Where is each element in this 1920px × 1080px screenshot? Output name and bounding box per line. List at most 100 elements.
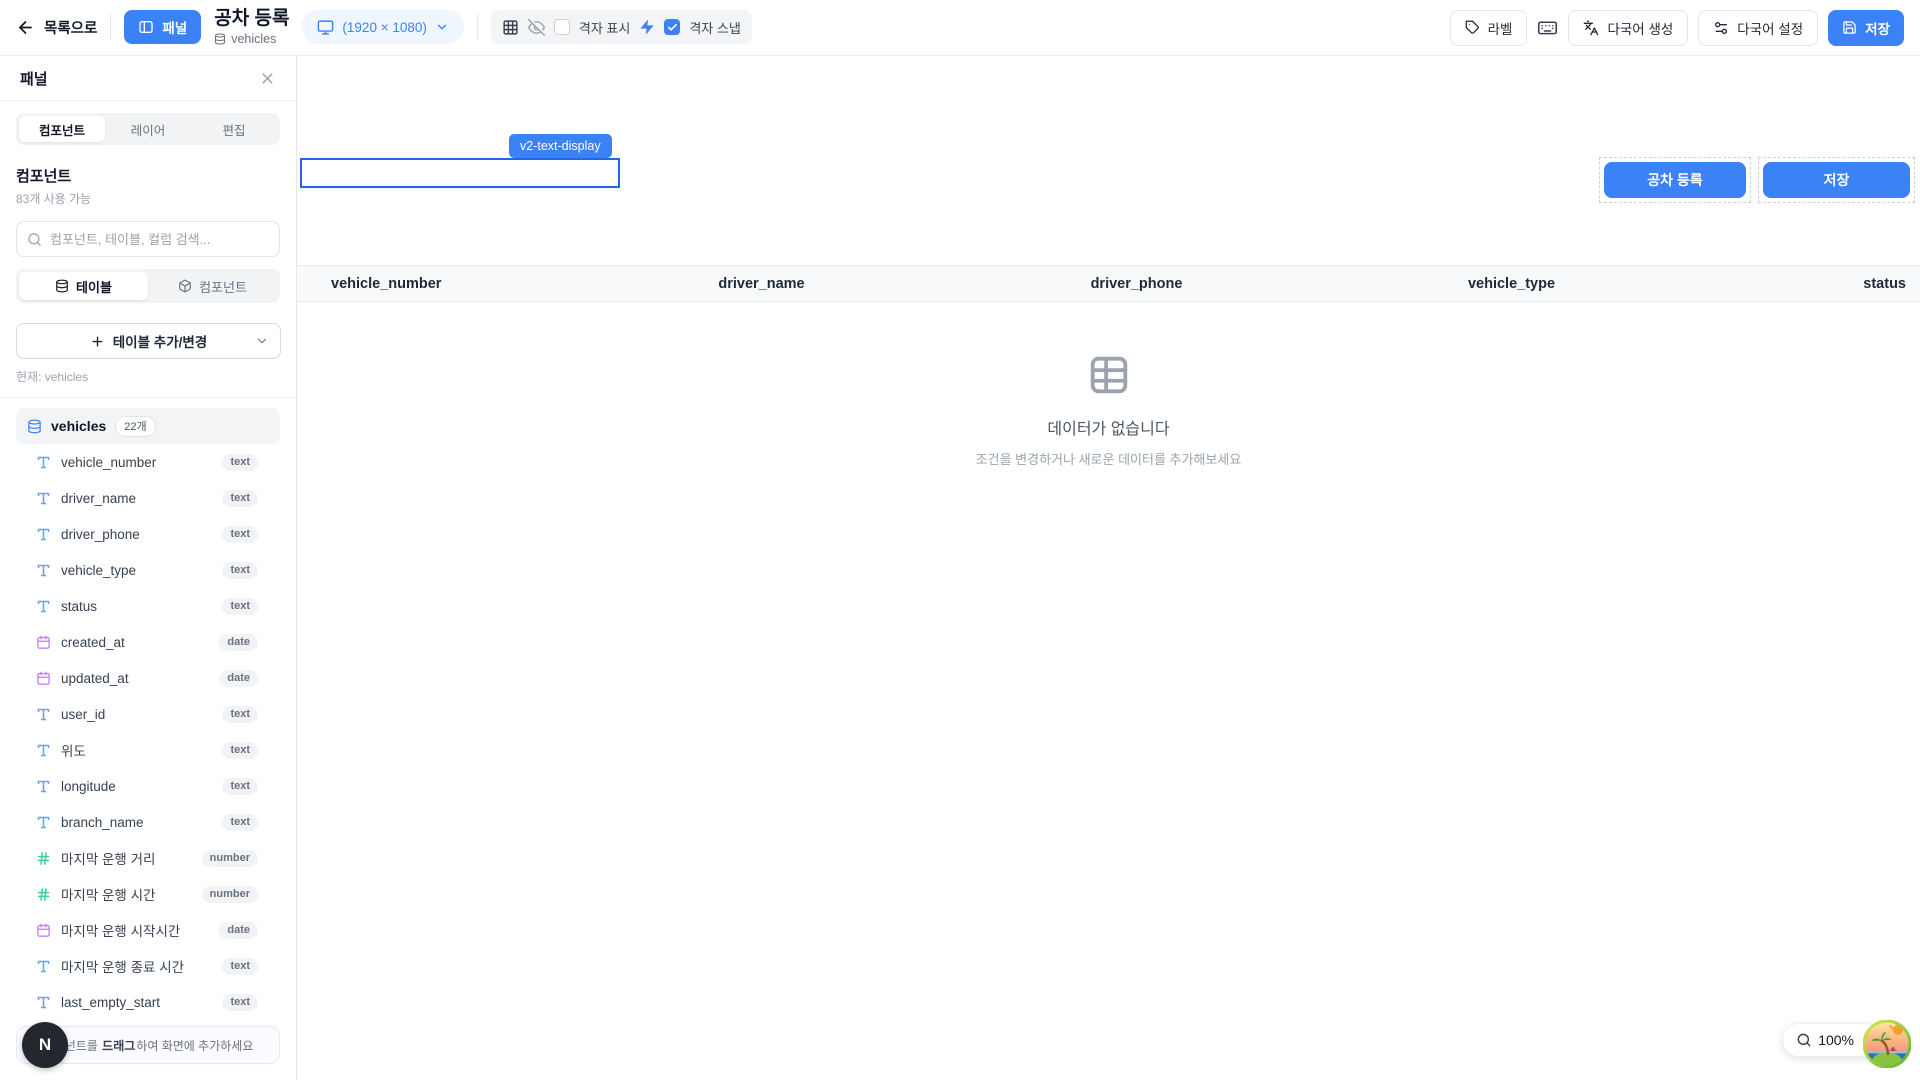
back-to-list-button[interactable]: 목록으로 xyxy=(16,17,97,38)
text-type-icon xyxy=(36,779,51,794)
i18n-generate-button[interactable]: 다국어 생성 xyxy=(1568,10,1688,46)
field-row[interactable]: 마지막 운행 시간 number xyxy=(0,876,296,912)
text-type-icon xyxy=(36,527,51,542)
grid-controls-group: 격자 표시 격자 스냅 xyxy=(491,10,752,44)
keyboard-icon xyxy=(1537,17,1558,38)
field-type-badge: text xyxy=(222,814,258,831)
grid-snap-label: 격자 스냅 xyxy=(689,18,740,37)
selected-component-badge: v2-text-display xyxy=(509,134,612,158)
magnifier-icon xyxy=(1796,1032,1812,1048)
database-icon xyxy=(214,33,226,45)
field-row[interactable]: driver_name text xyxy=(0,480,296,516)
field-type-badge: text xyxy=(222,742,258,759)
text-type-icon xyxy=(36,815,51,830)
eye-off-icon[interactable] xyxy=(528,19,545,36)
selection-outline: 저장 xyxy=(1758,157,1915,203)
save-icon xyxy=(1842,20,1857,35)
column-header: driver_phone xyxy=(949,276,1324,292)
field-type-badge: text xyxy=(222,706,258,723)
close-icon[interactable] xyxy=(259,70,276,87)
text-type-icon xyxy=(36,491,51,506)
field-row[interactable]: updated_at date xyxy=(0,660,296,696)
register-vehicle-button[interactable]: 공차 등록 xyxy=(1604,162,1746,198)
calendar-icon xyxy=(36,923,51,938)
field-name: last_empty_start xyxy=(61,995,160,1010)
field-type-badge: text xyxy=(222,526,258,543)
island-app-icon[interactable] xyxy=(1863,1020,1911,1068)
canvas-save-button[interactable]: 저장 xyxy=(1763,162,1910,198)
column-header: vehicle_number xyxy=(297,276,574,292)
field-name: 마지막 운행 종료 시간 xyxy=(61,956,184,976)
database-icon xyxy=(55,279,69,293)
current-table-label: 현재: vehicles xyxy=(16,368,280,385)
field-row[interactable]: last_empty_start text xyxy=(0,984,296,1020)
column-count-badge: 22개 xyxy=(115,416,155,437)
tab-layers[interactable]: 레이어 xyxy=(105,116,191,142)
field-type-badge: date xyxy=(219,634,258,651)
keyboard-shortcuts-button[interactable] xyxy=(1537,17,1558,38)
divider xyxy=(110,14,111,40)
table-icon xyxy=(1086,352,1132,398)
field-type-badge: text xyxy=(222,598,258,615)
field-row[interactable]: created_at date xyxy=(0,624,296,660)
field-name: status xyxy=(61,599,97,614)
field-row[interactable]: branch_name text xyxy=(0,804,296,840)
field-name: 마지막 운행 시작시간 xyxy=(61,920,180,940)
field-name: vehicle_type xyxy=(61,563,136,578)
settings-icon xyxy=(1713,20,1729,36)
components-section-title: 컴포넌트 xyxy=(16,165,280,186)
i18n-settings-button[interactable]: 다국어 설정 xyxy=(1698,10,1818,46)
source-toggle: 테이블 컴포넌트 xyxy=(16,269,280,303)
field-row[interactable]: vehicle_number text xyxy=(0,444,296,480)
field-row[interactable]: 마지막 운행 종료 시간 text xyxy=(0,948,296,984)
label-button[interactable]: 라벨 xyxy=(1450,10,1528,46)
selected-text-display[interactable] xyxy=(300,158,620,188)
grid-show-checkbox[interactable] xyxy=(554,19,570,35)
divider xyxy=(0,397,296,398)
editor-canvas[interactable]: v2-text-display 공차 등록 저장 vehicle_number … xyxy=(297,56,1920,1080)
tab-components[interactable]: 컴포넌트 xyxy=(19,116,105,142)
tab-edit[interactable]: 편집 xyxy=(191,116,277,142)
zoom-level: 100% xyxy=(1818,1032,1854,1048)
page-subtitle: vehicles xyxy=(231,32,276,46)
field-row[interactable]: driver_phone text xyxy=(0,516,296,552)
database-icon xyxy=(27,419,42,434)
field-name: vehicle_number xyxy=(61,455,156,470)
assistant-avatar[interactable]: N xyxy=(22,1022,68,1068)
field-type-badge: text xyxy=(222,562,258,579)
available-count: 83개 사용 가능 xyxy=(16,190,280,207)
grid-icon xyxy=(502,19,519,36)
panel-left-icon xyxy=(138,19,154,35)
field-row[interactable]: vehicle_type text xyxy=(0,552,296,588)
field-type-badge: text xyxy=(222,958,258,975)
grid-snap-checkbox[interactable] xyxy=(664,19,680,35)
save-button[interactable]: 저장 xyxy=(1828,10,1904,46)
field-type-badge: text xyxy=(222,454,258,471)
field-type-badge: text xyxy=(222,994,258,1011)
field-row[interactable]: 마지막 운행 거리 number xyxy=(0,840,296,876)
grid-show-label: 격자 표시 xyxy=(579,18,630,37)
zap-icon xyxy=(639,19,655,35)
table-empty-state: 데이터가 없습니다 조건을 변경하거나 새로운 데이터를 추가해보세요 xyxy=(297,352,1920,468)
field-name: created_at xyxy=(61,635,125,650)
field-type-badge: text xyxy=(222,490,258,507)
field-row[interactable]: 마지막 운행 시작시간 date xyxy=(0,912,296,948)
text-type-icon xyxy=(36,563,51,578)
field-row[interactable]: 위도 text xyxy=(0,732,296,768)
field-name: 위도 xyxy=(61,740,86,760)
arrow-left-icon xyxy=(16,18,35,37)
panel-toggle-button[interactable]: 패널 xyxy=(124,10,201,44)
data-table-header[interactable]: vehicle_number driver_name driver_phone … xyxy=(297,265,1920,302)
field-row[interactable]: longitude text xyxy=(0,768,296,804)
calendar-icon xyxy=(36,671,51,686)
add-table-button[interactable]: 테이블 추가/변경 xyxy=(16,323,281,359)
table-row-vehicles[interactable]: vehicles 22개 xyxy=(16,408,280,444)
field-row[interactable]: status text xyxy=(0,588,296,624)
page-title: 공차 등록 xyxy=(214,9,289,30)
toggle-tables[interactable]: 테이블 xyxy=(19,272,148,300)
chevron-down-icon xyxy=(255,334,269,348)
search-input[interactable] xyxy=(50,232,269,247)
field-row[interactable]: user_id text xyxy=(0,696,296,732)
toggle-components[interactable]: 컴포넌트 xyxy=(148,272,277,300)
viewport-size-dropdown[interactable]: (1920 × 1080) xyxy=(302,10,463,44)
